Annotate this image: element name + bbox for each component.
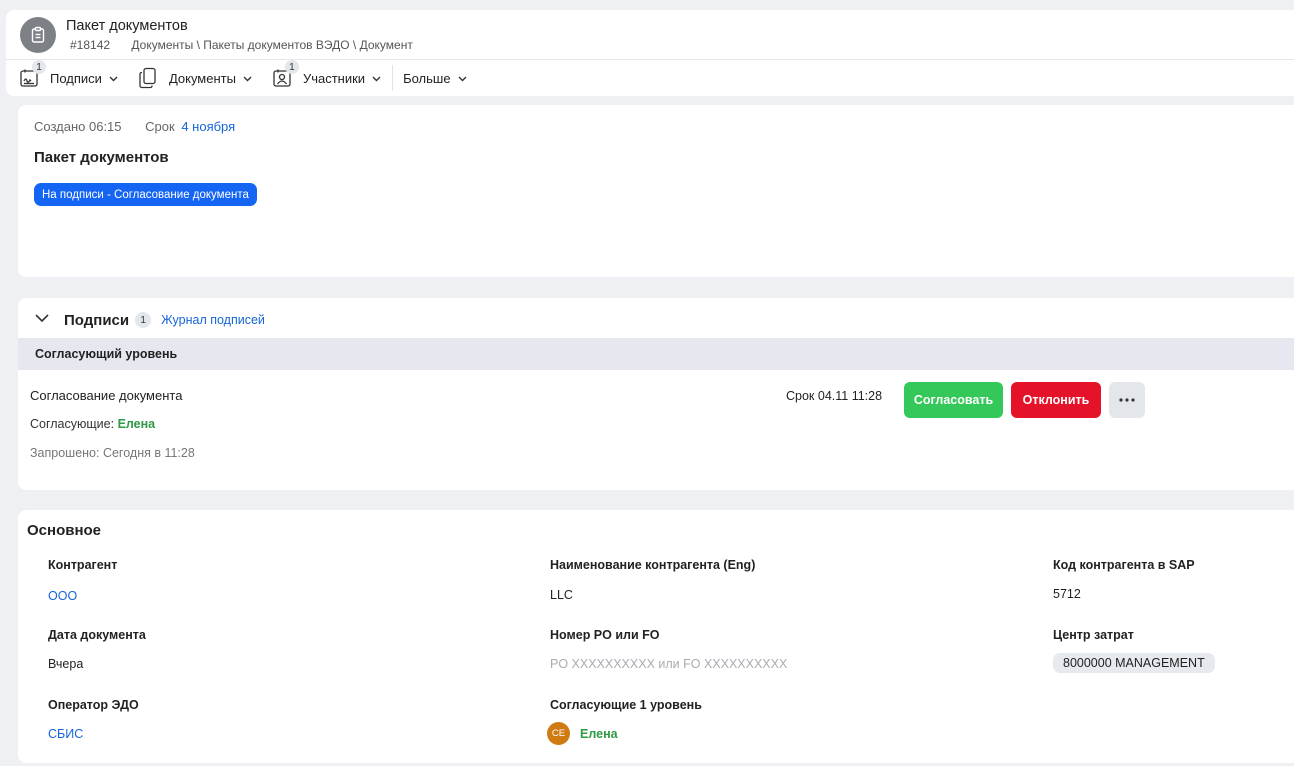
signatures-title: Подписи	[64, 311, 130, 329]
po-number-field[interactable]: PO XXXXXXXXXX или FO XXXXXXXXXX	[550, 657, 787, 671]
approval-level-label: Согласующий уровень	[35, 347, 178, 361]
chevron-down-icon	[457, 73, 468, 84]
counterparty-eng-label: Наименование контрагента (Eng)	[550, 558, 756, 572]
more-actions-button[interactable]	[1109, 382, 1145, 418]
toolbar-documents[interactable]: Документы	[137, 67, 253, 89]
clipboard-icon	[20, 17, 56, 53]
created-time: Создано 06:15	[34, 119, 122, 134]
info-card: Создано 06:15 Срок 4 ноября Пакет докуме…	[18, 105, 1294, 277]
sap-code-label: Код контрагента в SAP	[1053, 558, 1195, 572]
toolbar-more[interactable]: Больше	[403, 71, 468, 86]
page-title: Пакет документов	[66, 18, 188, 34]
chevron-down-icon	[108, 73, 119, 84]
participants-badge: 1	[284, 60, 299, 74]
signatures-count: 1	[135, 312, 152, 328]
signatures-header: Подписи 1 Журнал подписей	[34, 310, 265, 330]
breadcrumb: #18142 Документы \ Пакеты документов ВЭД…	[70, 38, 413, 52]
cost-center-tag: 8000000 MANAGEMENT	[1053, 653, 1215, 673]
approval-level-bar: Согласующий уровень	[18, 338, 1294, 370]
document-meta: Создано 06:15 Срок 4 ноября	[34, 119, 235, 134]
approve-button[interactable]: Согласовать	[904, 382, 1003, 418]
document-number: #18142	[70, 38, 111, 52]
toolbar: 1 Подписи Документы 1 Участники Больше	[18, 60, 486, 93]
edo-operator-link[interactable]: СБИС	[48, 727, 83, 741]
cost-center-label: Центр затрат	[1053, 628, 1134, 642]
counterparty-label: Контрагент	[48, 558, 118, 572]
signature-due: Срок 04.11 11:28	[786, 389, 883, 403]
documents-icon	[137, 67, 159, 89]
signature-requested: Запрошено: Сегодня в 11:28	[30, 446, 195, 460]
po-number-label: Номер PO или FO	[550, 628, 660, 642]
main-section-title: Основное	[27, 522, 102, 539]
avatar: СЕ	[547, 722, 570, 745]
page-header: Пакет документов #18142 Документы \ Паке…	[6, 10, 1294, 96]
document-title: Пакет документов	[34, 149, 169, 166]
approver-name[interactable]: Елена	[118, 417, 156, 431]
doc-date-label: Дата документа	[48, 628, 146, 642]
chevron-down-icon	[371, 73, 382, 84]
signatures-card: Подписи 1 Журнал подписей Согласующий ур…	[18, 298, 1294, 490]
chevron-down-icon	[242, 73, 253, 84]
toolbar-documents-label: Документы	[168, 70, 236, 86]
approver-person-name: Елена	[580, 726, 618, 741]
sap-code-value: 5712	[1053, 587, 1081, 601]
collapse-chevron-icon[interactable]	[34, 310, 50, 331]
due-label: Срок	[145, 119, 175, 134]
more-dots-icon	[1119, 398, 1135, 402]
edo-operator-label: Оператор ЭДО	[48, 698, 139, 712]
approver-person[interactable]: СЕ Елена	[547, 722, 618, 745]
signature-task-name: Согласование документа	[30, 388, 183, 403]
approvers-label: Согласующие:	[30, 417, 115, 431]
toolbar-participants[interactable]: 1 Участники	[271, 60, 382, 89]
signatures-badge: 1	[32, 60, 46, 74]
toolbar-more-label: Больше	[403, 70, 451, 86]
doc-date-value: Вчера	[48, 657, 84, 671]
toolbar-participants-label: Участники	[302, 70, 366, 86]
reject-button[interactable]: Отклонить	[1011, 382, 1101, 418]
toolbar-divider	[392, 65, 394, 91]
breadcrumb-path[interactable]: Документы \ Пакеты документов ВЭДО \ Док…	[131, 38, 412, 52]
due-date-link[interactable]: 4 ноября	[181, 119, 235, 134]
header-divider	[6, 59, 1294, 60]
counterparty-eng-value: LLC	[550, 588, 573, 602]
approvers-l1-label: Согласующие 1 уровень	[550, 698, 702, 712]
signature-journal-link[interactable]: Журнал подписей	[161, 313, 265, 327]
main-card: Основное Контрагент ООО Наименование кон…	[18, 510, 1294, 763]
toolbar-signatures[interactable]: 1 Подписи	[18, 60, 119, 89]
status-badge: На подписи - Согласование документа	[34, 183, 257, 206]
signature-icon: 1	[18, 60, 46, 89]
counterparty-link[interactable]: ООО	[48, 589, 77, 603]
participants-icon: 1	[271, 60, 299, 89]
signature-approvers: Согласующие: Елена	[30, 417, 155, 431]
toolbar-signatures-label: Подписи	[50, 70, 102, 86]
